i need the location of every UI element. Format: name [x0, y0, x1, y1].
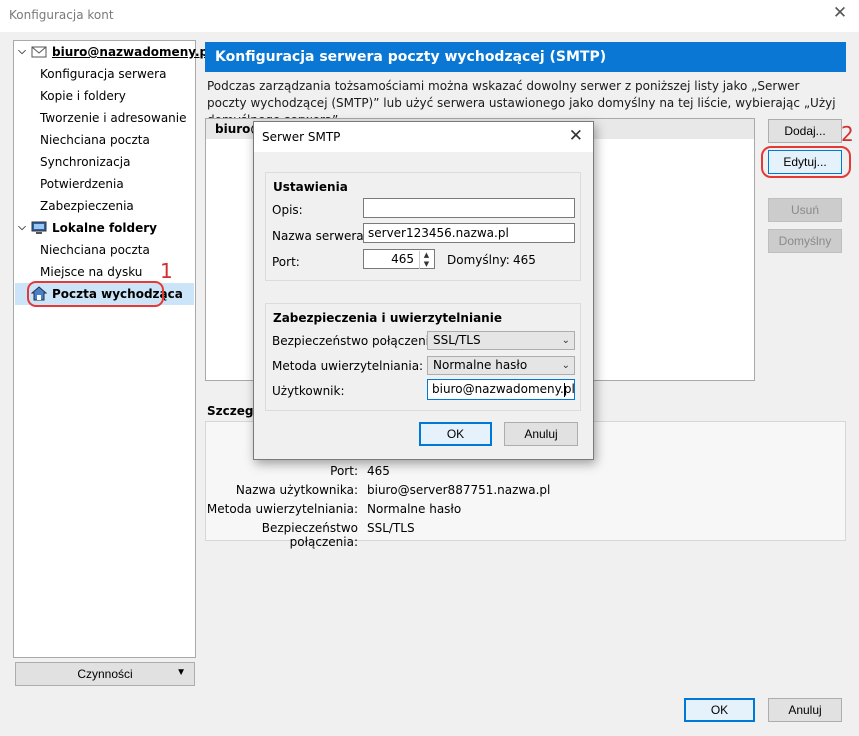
- window-title: Konfiguracja kont: [9, 8, 114, 22]
- connection-security-label: Bezpieczeństwo połączenia:: [272, 334, 441, 348]
- port-spin-buttons[interactable]: ▲ ▼: [419, 251, 433, 269]
- port-stepper[interactable]: 465 ▲ ▼: [363, 249, 435, 269]
- settings-group-title: Ustawienia: [273, 180, 348, 194]
- username-value: biuro@nazwadomeny.pl: [432, 382, 575, 396]
- sidebar-item-synchronizacja[interactable]: Synchronizacja: [40, 151, 130, 173]
- highlight-oval-outgoing: [27, 281, 164, 307]
- window-titlebar: Konfiguracja kont ✕: [0, 0, 859, 32]
- description-label: Opis:: [272, 203, 303, 217]
- chevron-down-icon: ⌄: [561, 335, 570, 346]
- auth-method-select[interactable]: Normalne hasło ⌄: [427, 356, 575, 375]
- chevron-down-icon[interactable]: ⌵: [17, 41, 27, 63]
- detail-value: Normalne hasło: [367, 502, 462, 516]
- dialog-title: Serwer SMTP: [262, 130, 341, 144]
- actions-dropdown[interactable]: Czynności ▼: [15, 662, 195, 686]
- server-name-input[interactable]: server123456.nazwa.pl: [363, 223, 575, 243]
- sidebar-item-kopie[interactable]: Kopie i foldery: [40, 85, 126, 107]
- dialog-ok-button[interactable]: OK: [419, 422, 492, 446]
- chevron-down-icon: ⌄: [561, 360, 570, 371]
- cancel-button[interactable]: Anuluj: [768, 698, 842, 722]
- detail-label: Nazwa użytkownika:: [235, 483, 358, 497]
- default-port-value: 465: [513, 253, 536, 267]
- sidebar-item-potwierdzenia[interactable]: Potwierdzenia: [40, 173, 124, 195]
- sidebar-item-zabezpieczenia[interactable]: Zabezpieczenia: [40, 195, 134, 217]
- tree-local-folders[interactable]: ⌵ Lokalne foldery: [14, 217, 195, 239]
- auth-method-value: Normalne hasło: [433, 358, 528, 372]
- detail-label: Port:: [330, 464, 358, 478]
- computer-icon: [31, 221, 47, 234]
- detail-label: Bezpieczeństwo połączenia:: [261, 521, 358, 549]
- port-value: 465: [391, 252, 414, 266]
- sidebar-item-local-junk[interactable]: Niechciana poczta: [40, 239, 150, 261]
- sidebar-item-niechciana[interactable]: Niechciana poczta: [40, 129, 150, 151]
- detail-value: 465: [367, 464, 390, 478]
- sidebar-item-disk-space[interactable]: Miejsce na dysku: [40, 261, 142, 283]
- chevron-down-icon[interactable]: ⌵: [17, 217, 27, 239]
- close-icon[interactable]: ✕: [569, 126, 583, 146]
- connection-security-select[interactable]: SSL/TLS ⌄: [427, 331, 575, 350]
- detail-value: SSL/TLS: [367, 521, 415, 535]
- security-group-title: Zabezpieczenia i uwierzytelnianie: [273, 311, 502, 325]
- annotation-number-1: 1: [160, 259, 173, 283]
- port-label: Port:: [272, 255, 300, 269]
- chevron-down-icon[interactable]: ▼: [420, 260, 433, 269]
- remove-button[interactable]: Usuń: [768, 198, 842, 222]
- dialog-titlebar: Serwer SMTP ✕: [254, 122, 593, 152]
- detail-value: biuro@server887751.nazwa.pl: [367, 483, 551, 497]
- page-title: Konfiguracja serwera poczty wychodzącej …: [205, 42, 846, 72]
- text-caret: [564, 383, 565, 397]
- chevron-down-icon: ▼: [176, 667, 186, 678]
- smtp-server-dialog: Serwer SMTP ✕ Ustawienia Opis: Nazwa ser…: [253, 121, 594, 460]
- annotation-number-2: 2: [841, 122, 854, 146]
- server-name-label: Nazwa serwera:: [272, 229, 368, 243]
- sidebar-item-tworzenie[interactable]: Tworzenie i adresowanie: [40, 107, 187, 129]
- username-label: Użytkownik:: [272, 384, 345, 398]
- account-name: biuro@nazwadomeny.pl: [52, 45, 213, 59]
- sidebar-item-konfiguracja[interactable]: Konfiguracja serwera: [40, 63, 166, 85]
- auth-method-label: Metoda uwierzytelniania:: [272, 359, 424, 373]
- username-input[interactable]: biuro@nazwadomeny.pl: [427, 379, 575, 400]
- local-folders-label: Lokalne foldery: [52, 221, 157, 235]
- dialog-cancel-button[interactable]: Anuluj: [504, 422, 578, 446]
- mail-envelope-icon: [31, 46, 47, 58]
- chevron-up-icon[interactable]: ▲: [420, 251, 433, 260]
- ok-button[interactable]: OK: [684, 698, 755, 722]
- close-icon[interactable]: ✕: [831, 3, 849, 23]
- detail-label: Metoda uwierzytelniania:: [206, 502, 358, 516]
- tree-account[interactable]: ⌵ biuro@nazwadomeny.pl: [14, 41, 212, 63]
- set-default-button[interactable]: Domyślny: [768, 229, 842, 253]
- actions-label: Czynności: [77, 667, 133, 681]
- description-input[interactable]: [363, 198, 575, 218]
- highlight-oval-edit: [761, 146, 851, 178]
- connection-security-value: SSL/TLS: [433, 333, 481, 347]
- default-port-label: Domyślny:: [447, 253, 510, 267]
- add-button[interactable]: Dodaj...: [768, 119, 842, 143]
- account-tree: ⌵ biuro@nazwadomeny.pl Konfiguracja serw…: [13, 40, 212, 658]
